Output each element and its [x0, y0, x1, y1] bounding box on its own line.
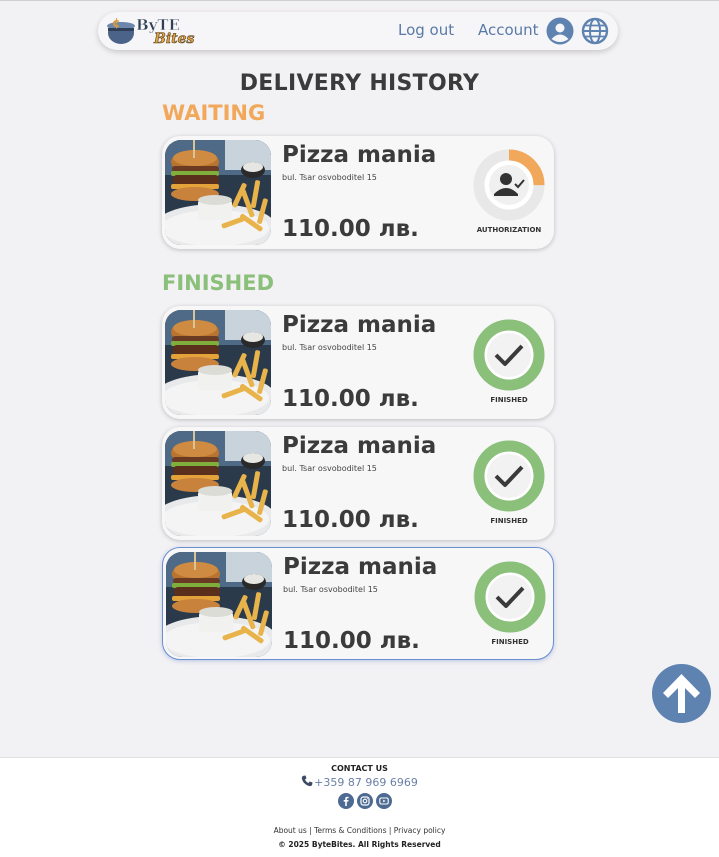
copyright: © 2025 ByteBites. All Rights Reserved [278, 840, 441, 849]
restaurant-address: bul. Tsar osvoboditel 15 [282, 343, 377, 352]
status-label: AUTHORIZATION [476, 226, 542, 234]
restaurant-name: Pizza mania [282, 433, 437, 459]
restaurant-address: bul. Tsar osvoboditel 15 [283, 585, 378, 594]
status-progress-ring [473, 440, 545, 512]
status-progress-ring [474, 561, 546, 633]
arrow-up-icon [663, 674, 700, 713]
status-label: FINISHED [490, 517, 528, 525]
order-card[interactable]: Pizza mania bul. Tsar osvoboditel 15 110… [162, 306, 554, 419]
food-image [165, 431, 271, 536]
status-label: FINISHED [490, 396, 528, 404]
svg-text:¢: ¢ [112, 16, 120, 30]
phone-icon [301, 775, 313, 787]
restaurant-name: Pizza mania [283, 554, 438, 580]
order-price: 110.00 лв. [282, 507, 419, 533]
footer: CONTACT US +359 87 969 6969 About us | T… [0, 757, 719, 857]
restaurant-address: bul. Tsar osvoboditel 15 [282, 464, 377, 473]
order-card[interactable]: Pizza mania bul. Tsar osvoboditel 15 110… [162, 427, 554, 540]
waiting-section-title: WAITING [162, 101, 266, 125]
restaurant-name: Pizza mania [282, 312, 437, 338]
order-price: 110.00 лв. [282, 386, 419, 412]
header-bar: ¢ ByTE Bites Log out Account [98, 12, 618, 50]
order-card[interactable]: Pizza mania bul. Tsar osvoboditel 15 110… [162, 547, 554, 660]
finished-section-title: FINISHED [162, 271, 275, 295]
status-progress-ring [473, 319, 545, 391]
food-image [166, 552, 272, 657]
svg-text:Bites: Bites [153, 31, 195, 47]
instagram-icon[interactable] [357, 793, 373, 809]
account-link[interactable]: Account [478, 21, 539, 39]
order-card[interactable]: Pizza mania bul. Tsar osvoboditel 15 110… [162, 136, 554, 249]
order-price: 110.00 лв. [283, 628, 420, 654]
food-image [165, 140, 271, 245]
page-title: DELIVERY HISTORY [239, 71, 480, 96]
top-border [0, 0, 719, 1]
bytebites-logo[interactable]: ¢ ByTE Bites [104, 14, 204, 48]
order-price: 110.00 лв. [282, 216, 419, 242]
footer-links[interactable]: About us | Terms & Conditions | Privacy … [0, 826, 719, 835]
facebook-icon[interactable] [338, 793, 354, 809]
status-progress-ring [473, 149, 545, 221]
restaurant-address: bul. Tsar osvoboditel 15 [282, 173, 377, 182]
scroll-to-top-button[interactable] [652, 664, 711, 723]
food-image [165, 310, 271, 415]
user-icon[interactable] [546, 17, 574, 45]
globe-icon[interactable] [581, 17, 609, 45]
logout-link[interactable]: Log out [398, 21, 454, 39]
contact-title: CONTACT US [331, 764, 388, 773]
status-label: FINISHED [491, 638, 529, 646]
phone-number[interactable]: +359 87 969 6969 [314, 776, 418, 789]
youtube-icon[interactable] [376, 793, 392, 809]
restaurant-name: Pizza mania [282, 142, 437, 168]
phone-row[interactable]: +359 87 969 6969 [0, 775, 719, 789]
